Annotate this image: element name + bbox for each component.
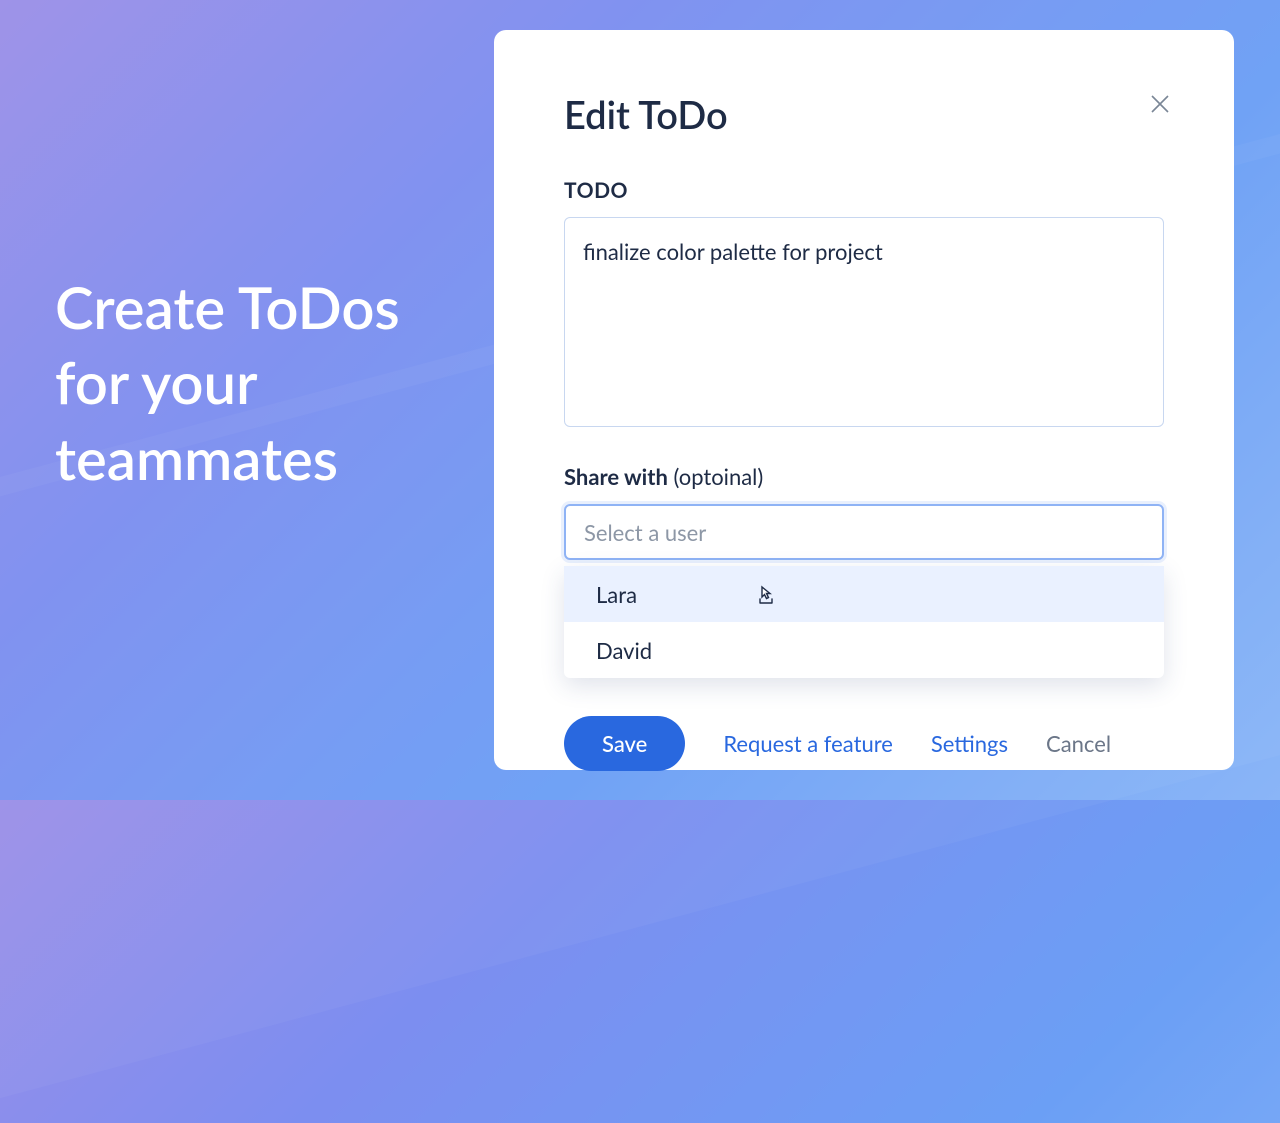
user-dropdown: Lara David bbox=[564, 566, 1164, 678]
save-button[interactable]: Save bbox=[564, 716, 685, 771]
select-placeholder: Select a user bbox=[584, 519, 706, 546]
share-label-optional: (optoinal) bbox=[674, 463, 764, 490]
modal-actions: Save Request a feature Settings Cancel bbox=[564, 716, 1164, 771]
close-button[interactable] bbox=[1144, 88, 1176, 120]
settings-link[interactable]: Settings bbox=[931, 730, 1008, 757]
close-icon bbox=[1148, 92, 1172, 116]
cursor-pointer-icon bbox=[754, 584, 778, 608]
dropdown-option-label: David bbox=[596, 637, 652, 664]
cancel-link[interactable]: Cancel bbox=[1046, 730, 1111, 757]
todo-input[interactable] bbox=[564, 217, 1164, 427]
share-field-label: Share with (optoinal) bbox=[564, 463, 1164, 490]
edit-todo-modal: Edit ToDo TODO Share with (optoinal) Sel… bbox=[494, 30, 1234, 770]
dropdown-option-david[interactable]: David bbox=[564, 622, 1164, 678]
request-feature-link[interactable]: Request a feature bbox=[723, 730, 893, 757]
dropdown-option-label: Lara bbox=[596, 581, 637, 608]
share-label-bold: Share with bbox=[564, 463, 668, 490]
marketing-headline: Create ToDos for your teammates bbox=[55, 270, 475, 496]
modal-title: Edit ToDo bbox=[564, 92, 1164, 138]
share-user-select[interactable]: Select a user bbox=[564, 504, 1164, 560]
dropdown-option-lara[interactable]: Lara bbox=[564, 566, 1164, 622]
todo-field-label: TODO bbox=[564, 178, 1164, 203]
